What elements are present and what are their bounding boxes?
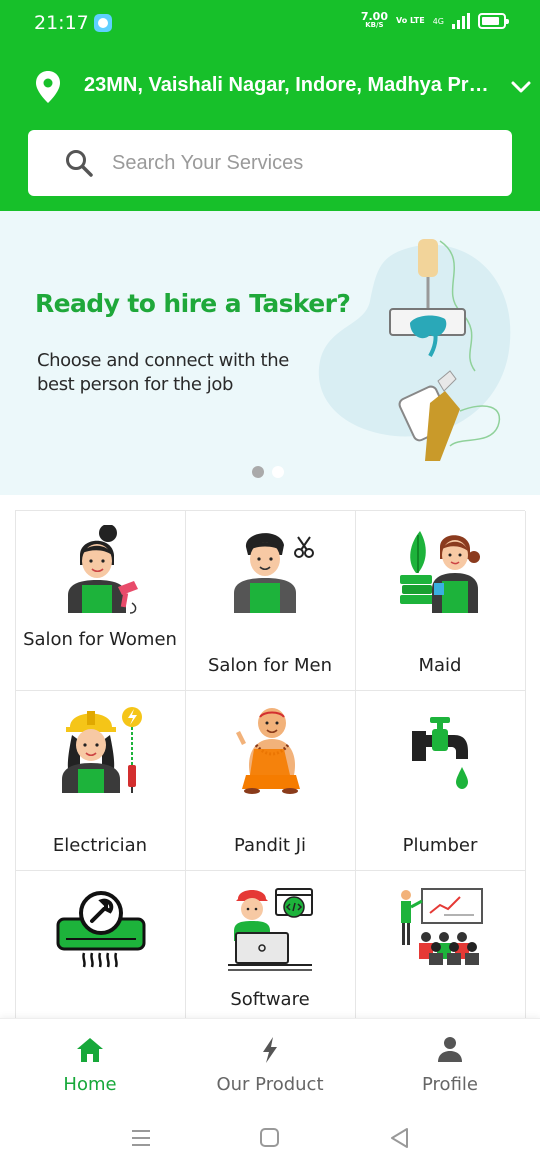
volte-indicator: Vo LTE [395, 16, 425, 25]
location-selector[interactable]: 23MN, Vaishali Nagar, Indore, Madhya Pra… [0, 60, 540, 116]
network-type: 4G [432, 16, 444, 26]
category-label: Software [230, 989, 310, 1010]
man-scissors-icon [234, 533, 314, 613]
nav-home[interactable]: Home [0, 1019, 180, 1106]
app-screen: 21:17 7.00 KB/S Vo LTE 4G 23MN, Vaishali… [0, 0, 540, 1170]
category-tile-salon-women[interactable]: Salon for Women [16, 511, 186, 691]
banner-title: Ready to hire a Tasker? [35, 289, 351, 318]
category-tile-plumber[interactable]: Plumber [356, 691, 526, 871]
category-tile-salon-men[interactable]: Salon for Men [186, 511, 356, 691]
category-tile-electrician[interactable]: Electrician [16, 691, 186, 871]
ac-repair-icon [56, 891, 146, 968]
category-tile-maid[interactable]: Maid [356, 511, 526, 691]
home-button-icon[interactable] [258, 1126, 282, 1150]
system-navigation-bar [0, 1106, 540, 1170]
maid-icon [400, 531, 480, 613]
chevron-down-icon[interactable] [510, 76, 532, 98]
back-icon[interactable] [388, 1126, 412, 1150]
status-time: 21:17 [34, 12, 89, 34]
nav-home-label: Home [63, 1074, 117, 1095]
signal-strength-icon [452, 13, 470, 29]
app-header: 21:17 7.00 KB/S Vo LTE 4G 23MN, Vaishali… [0, 0, 540, 211]
notification-app-icon [94, 14, 112, 32]
category-label: Pandit Ji [234, 835, 306, 856]
promo-banner[interactable]: Ready to hire a Tasker? Choose and conne… [0, 211, 540, 495]
category-label: Maid [418, 655, 462, 676]
person-icon [438, 1037, 462, 1062]
home-icon [77, 1038, 103, 1062]
nav-our-product-label: Our Product [216, 1074, 324, 1095]
category-tile-pandit[interactable]: Pandit Ji [186, 691, 356, 871]
location-address: 23MN, Vaishali Nagar, Indore, Madhya Pra… [84, 74, 494, 96]
location-pin-icon [36, 71, 60, 103]
software-developer-icon [228, 888, 313, 971]
search-icon [66, 150, 93, 177]
network-speed-unit: KB/S [365, 21, 384, 29]
category-label: Salon for Women [23, 629, 177, 650]
network-speed-value: 7.00 [360, 10, 388, 23]
search-input[interactable] [112, 144, 492, 182]
carousel-dot-1[interactable] [252, 466, 264, 478]
category-label: Electrician [52, 835, 148, 856]
carousel-dot-2[interactable] [272, 466, 284, 478]
bottom-navigation: Home Our Product Profile [0, 1018, 540, 1106]
service-category-grid: Salon for Women Salon for Men Maid Elect… [15, 510, 526, 1051]
nav-profile[interactable]: Profile [360, 1019, 540, 1106]
category-label: Plumber [402, 835, 478, 856]
battery-icon [478, 13, 509, 29]
network-speed: 7.00 KB/S [360, 10, 388, 30]
tap-icon [412, 717, 468, 789]
woman-hairdryer-icon [68, 525, 138, 614]
electrician-icon [62, 707, 142, 793]
recent-apps-icon[interactable] [130, 1126, 154, 1150]
paint-roller-illustration [318, 239, 511, 461]
presentation-icon [401, 888, 483, 965]
status-indicators: 7.00 KB/S Vo LTE 4G [360, 10, 509, 30]
category-label: Salon for Men [207, 655, 333, 676]
nav-profile-label: Profile [422, 1074, 478, 1095]
banner-subtitle: Choose and connect with the best person … [37, 350, 289, 395]
nav-our-product[interactable]: Our Product [180, 1019, 360, 1106]
status-bar: 21:17 7.00 KB/S Vo LTE 4G [0, 0, 540, 48]
pandit-icon [236, 708, 300, 794]
lightning-icon [263, 1037, 277, 1063]
carousel-indicator[interactable] [252, 466, 284, 478]
search-bar[interactable] [28, 130, 512, 196]
